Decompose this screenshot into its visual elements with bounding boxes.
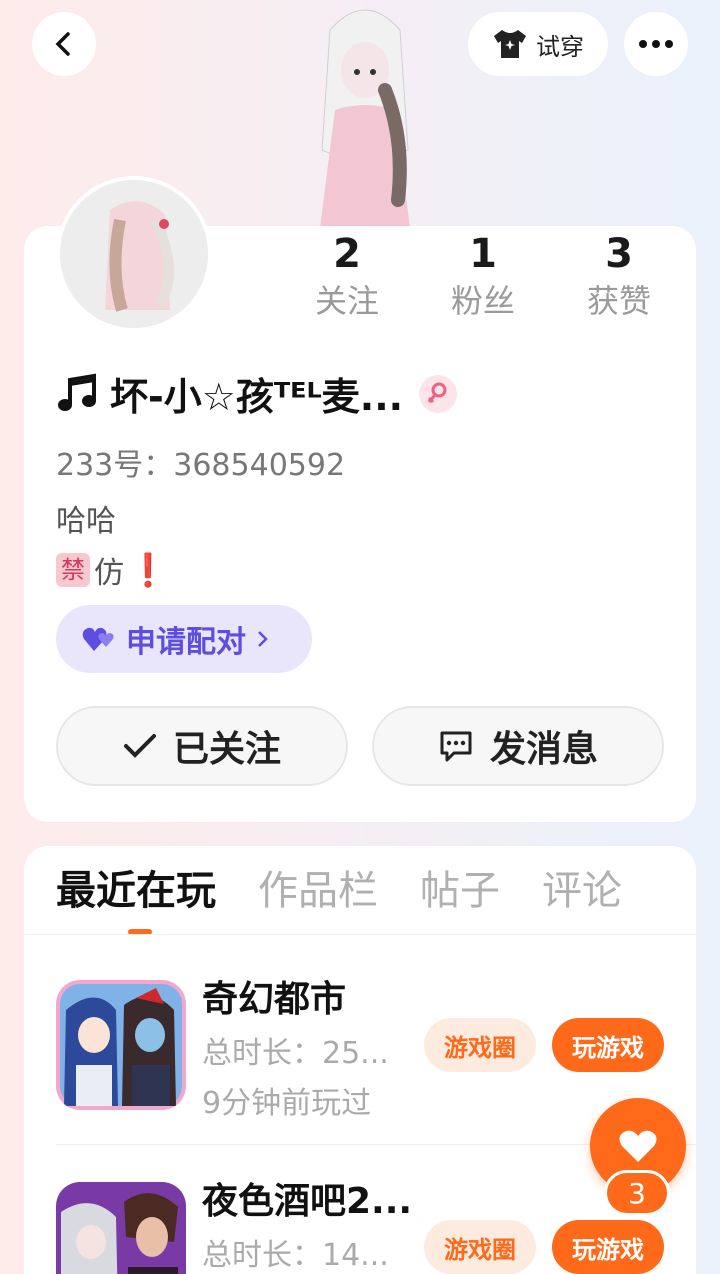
avatar[interactable] <box>56 176 212 332</box>
stat-label: 粉丝 <box>450 282 515 320</box>
stat-following[interactable]: 2 关注 <box>292 230 402 324</box>
game-name[interactable]: 夜色酒吧2... <box>202 1172 412 1224</box>
stat-likes[interactable]: 3 获赞 <box>564 230 674 324</box>
game-icon[interactable] <box>56 1182 186 1274</box>
tab-comments[interactable]: 评论 <box>542 864 622 918</box>
game-circle-button[interactable]: 游戏圈 <box>424 1220 536 1274</box>
user-id: 233号：368540592 <box>56 448 346 483</box>
exclamation-mark: ❗ <box>128 551 168 589</box>
play-game-button[interactable]: 玩游戏 <box>552 1220 664 1274</box>
divider <box>24 934 696 935</box>
game-name[interactable]: 奇幻都市 <box>202 970 346 1022</box>
more-button[interactable] <box>624 12 688 76</box>
back-button[interactable] <box>32 12 96 76</box>
game-circle-button[interactable]: 游戏圈 <box>424 1018 536 1072</box>
stat-value: 1 <box>469 231 497 277</box>
bio-line-2: 禁 仿 ❗ <box>56 548 168 592</box>
hearts-icon <box>82 627 114 651</box>
chat-bubble-icon <box>440 731 472 762</box>
try-on-button[interactable]: 试穿 <box>468 12 608 76</box>
music-note-icon <box>58 373 96 411</box>
more-dots-icon <box>639 40 673 48</box>
stat-label: 获赞 <box>586 282 651 320</box>
send-message-button[interactable]: 发消息 <box>372 706 664 786</box>
send-message-label: 发消息 <box>489 729 598 770</box>
followed-label: 已关注 <box>172 729 281 770</box>
game-playtime: 总时长：14... <box>202 1238 389 1273</box>
game-icon[interactable] <box>56 980 186 1110</box>
user-name-text: 坏-小☆孩ᵀᴱᴸ麦... <box>110 375 404 419</box>
hero-avatar-figure <box>290 0 440 230</box>
stat-value: 2 <box>333 231 361 277</box>
game-last-played: 9分钟前玩过 <box>202 1086 372 1121</box>
female-icon <box>419 374 458 413</box>
chevron-left-icon <box>55 32 70 56</box>
like-count-badge: 3 <box>604 1170 670 1216</box>
stat-label: 关注 <box>314 282 379 320</box>
heart-icon <box>619 1130 657 1162</box>
ban-badge: 禁 <box>56 553 90 587</box>
stat-value: 3 <box>605 231 633 277</box>
followed-button[interactable]: 已关注 <box>56 706 348 786</box>
bio-text: 仿 <box>94 556 124 591</box>
stat-fans[interactable]: 1 粉丝 <box>428 230 538 324</box>
tab-posts[interactable]: 帖子 <box>420 864 500 918</box>
game-playtime: 总时长：25... <box>202 1036 389 1071</box>
user-name: 坏-小☆孩ᵀᴱᴸ麦... <box>56 366 458 421</box>
chevron-right-icon <box>258 631 268 647</box>
apply-pair-button[interactable]: 申请配对 <box>56 605 312 673</box>
tab-recent-play[interactable]: 最近在玩 <box>56 864 216 918</box>
shirt-icon <box>494 30 526 58</box>
play-game-button[interactable]: 玩游戏 <box>552 1018 664 1072</box>
tab-works[interactable]: 作品栏 <box>258 864 378 918</box>
apply-pair-label: 申请配对 <box>126 625 246 660</box>
bio-line-1: 哈哈 <box>56 504 116 539</box>
check-icon <box>123 734 156 758</box>
try-on-label: 试穿 <box>536 32 584 61</box>
tab-bar: 最近在玩 作品栏 帖子 评论 <box>56 864 622 918</box>
